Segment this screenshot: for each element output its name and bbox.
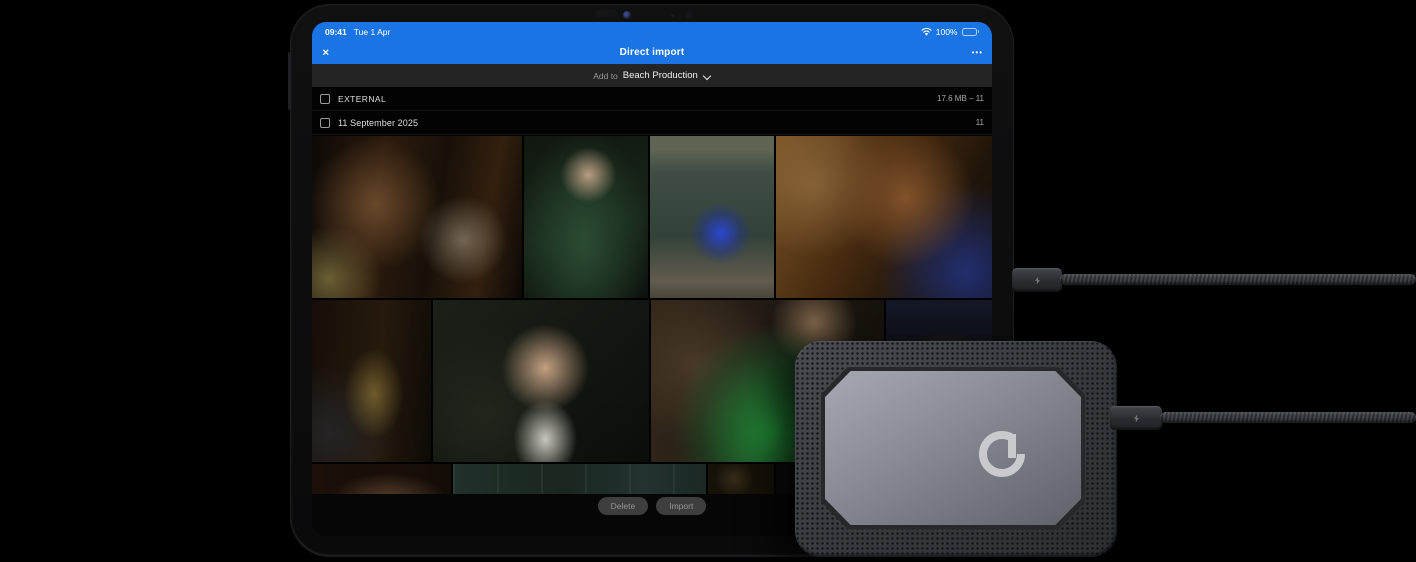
photo-thumbnail-11[interactable] [708, 464, 774, 494]
photo-thumbnail-3[interactable] [650, 136, 774, 298]
import-source-list: EXTERNAL 17.6 MB – 11 11 September 2025 … [312, 87, 992, 136]
date-group-label: 11 September 2025 [338, 118, 418, 128]
close-icon[interactable]: ✕ [322, 48, 330, 57]
thunderbolt-icon [1133, 414, 1140, 423]
photo-thumbnail-4[interactable] [776, 136, 992, 298]
thunderbolt-icon [1034, 276, 1041, 285]
scene: 09:41 Tue 1 Apr 100% [0, 0, 1416, 562]
date-group-row[interactable]: 11 September 2025 11 [312, 111, 992, 135]
front-camera-icon [623, 11, 631, 19]
page-title: Direct import [620, 47, 685, 58]
mic-dot-icon [671, 14, 674, 17]
external-ssd-drive [795, 341, 1117, 557]
ssd-faceplate-frame [821, 367, 1085, 529]
usb-connector-ssd [1110, 406, 1162, 430]
import-button[interactable]: Import [656, 497, 706, 515]
chevron-down-icon[interactable] [703, 72, 711, 80]
grid-row-1 [312, 136, 992, 298]
usb-cable-cord [1160, 412, 1416, 423]
photo-thumbnail-10[interactable] [453, 464, 706, 494]
status-time: 09:41 [325, 27, 347, 37]
photo-thumbnail-1[interactable] [312, 136, 522, 298]
delete-button[interactable]: Delete [598, 497, 649, 515]
add-to-album-value[interactable]: Beach Production [623, 70, 698, 81]
camera-sensor-icon [595, 10, 617, 17]
battery-percent: 100% [936, 27, 958, 37]
ipad-side-button [288, 52, 291, 110]
add-to-label: Add to [593, 71, 618, 81]
sensor-dot-icon [685, 11, 693, 19]
usb-connector-ipad [1012, 268, 1062, 292]
status-date: Tue 1 Apr [354, 27, 391, 37]
date-group-count: 11 [976, 118, 984, 127]
battery-icon [962, 28, 980, 36]
photo-thumbnail-9[interactable] [312, 464, 451, 494]
g-drive-logo-icon [975, 427, 1029, 481]
external-size-count: 17.6 MB – 11 [937, 94, 984, 103]
usb-cable-cord [1060, 274, 1416, 285]
photo-thumbnail-2[interactable] [524, 136, 648, 298]
photo-thumbnail-5[interactable] [312, 300, 431, 462]
ipad-camera-strip [290, 4, 1014, 22]
date-group-checkbox[interactable] [320, 118, 330, 128]
title-bar: ✕ Direct import ••• [312, 41, 992, 64]
external-label: EXTERNAL [338, 94, 386, 104]
add-to-bar[interactable]: Add to Beach Production [312, 64, 992, 87]
external-checkbox[interactable] [320, 94, 330, 104]
status-bar: 09:41 Tue 1 Apr 100% [312, 22, 992, 41]
external-source-row[interactable]: EXTERNAL 17.6 MB – 11 [312, 87, 992, 111]
more-options-icon[interactable]: ••• [972, 49, 983, 57]
photo-thumbnail-6[interactable] [433, 300, 649, 462]
ssd-faceplate [825, 371, 1081, 525]
wifi-icon [921, 27, 932, 36]
